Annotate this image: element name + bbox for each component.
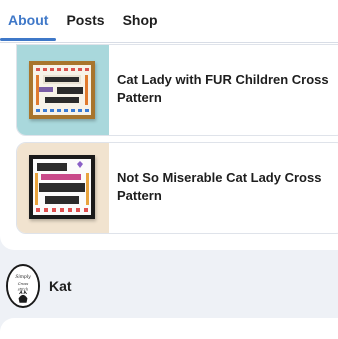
tabs-divider	[0, 42, 338, 43]
author-name[interactable]: Kat	[49, 278, 72, 294]
product-title-line-1: Not So Miserable Cat Lady Cross	[117, 170, 322, 185]
svg-text:Simply: Simply	[15, 275, 31, 280]
product-title-line-2: Pattern	[117, 188, 162, 203]
tab-shop[interactable]: Shop	[113, 0, 166, 40]
next-card	[0, 318, 338, 339]
tab-shop-label: Shop	[122, 12, 158, 28]
cat-lady-fur-children-pattern-thumbnail	[17, 45, 109, 135]
product-title: Cat Lady with FUR Children Cross Pattern	[117, 71, 338, 107]
profile-tabs: About Posts Shop	[0, 0, 338, 41]
simply-cross-stitch-logo-icon: Simply Cross stitch	[8, 266, 38, 306]
tab-about[interactable]: About	[0, 0, 57, 41]
shop-products-card: About Posts Shop Cat Lady with FUR Child…	[0, 0, 338, 250]
author-avatar[interactable]: Simply Cross stitch	[6, 264, 40, 308]
tab-about-label: About	[8, 12, 49, 28]
product-title: Not So Miserable Cat Lady Cross Pattern	[117, 169, 338, 205]
product-title-line-1: Cat Lady with FUR Children Cross	[117, 72, 329, 87]
product-card-not-so-miserable-cat-lady[interactable]: Not So Miserable Cat Lady Cross Pattern	[16, 142, 338, 234]
svg-text:Cross: Cross	[18, 282, 29, 286]
tab-posts-label: Posts	[66, 12, 105, 28]
svg-text:stitch: stitch	[18, 287, 29, 291]
product-title-line-2: Pattern	[117, 90, 162, 105]
tab-posts[interactable]: Posts	[56, 0, 112, 40]
not-so-miserable-cat-lady-pattern-thumbnail	[17, 143, 109, 233]
product-card-cat-lady-fur-children[interactable]: Cat Lady with FUR Children Cross Pattern	[16, 44, 338, 136]
